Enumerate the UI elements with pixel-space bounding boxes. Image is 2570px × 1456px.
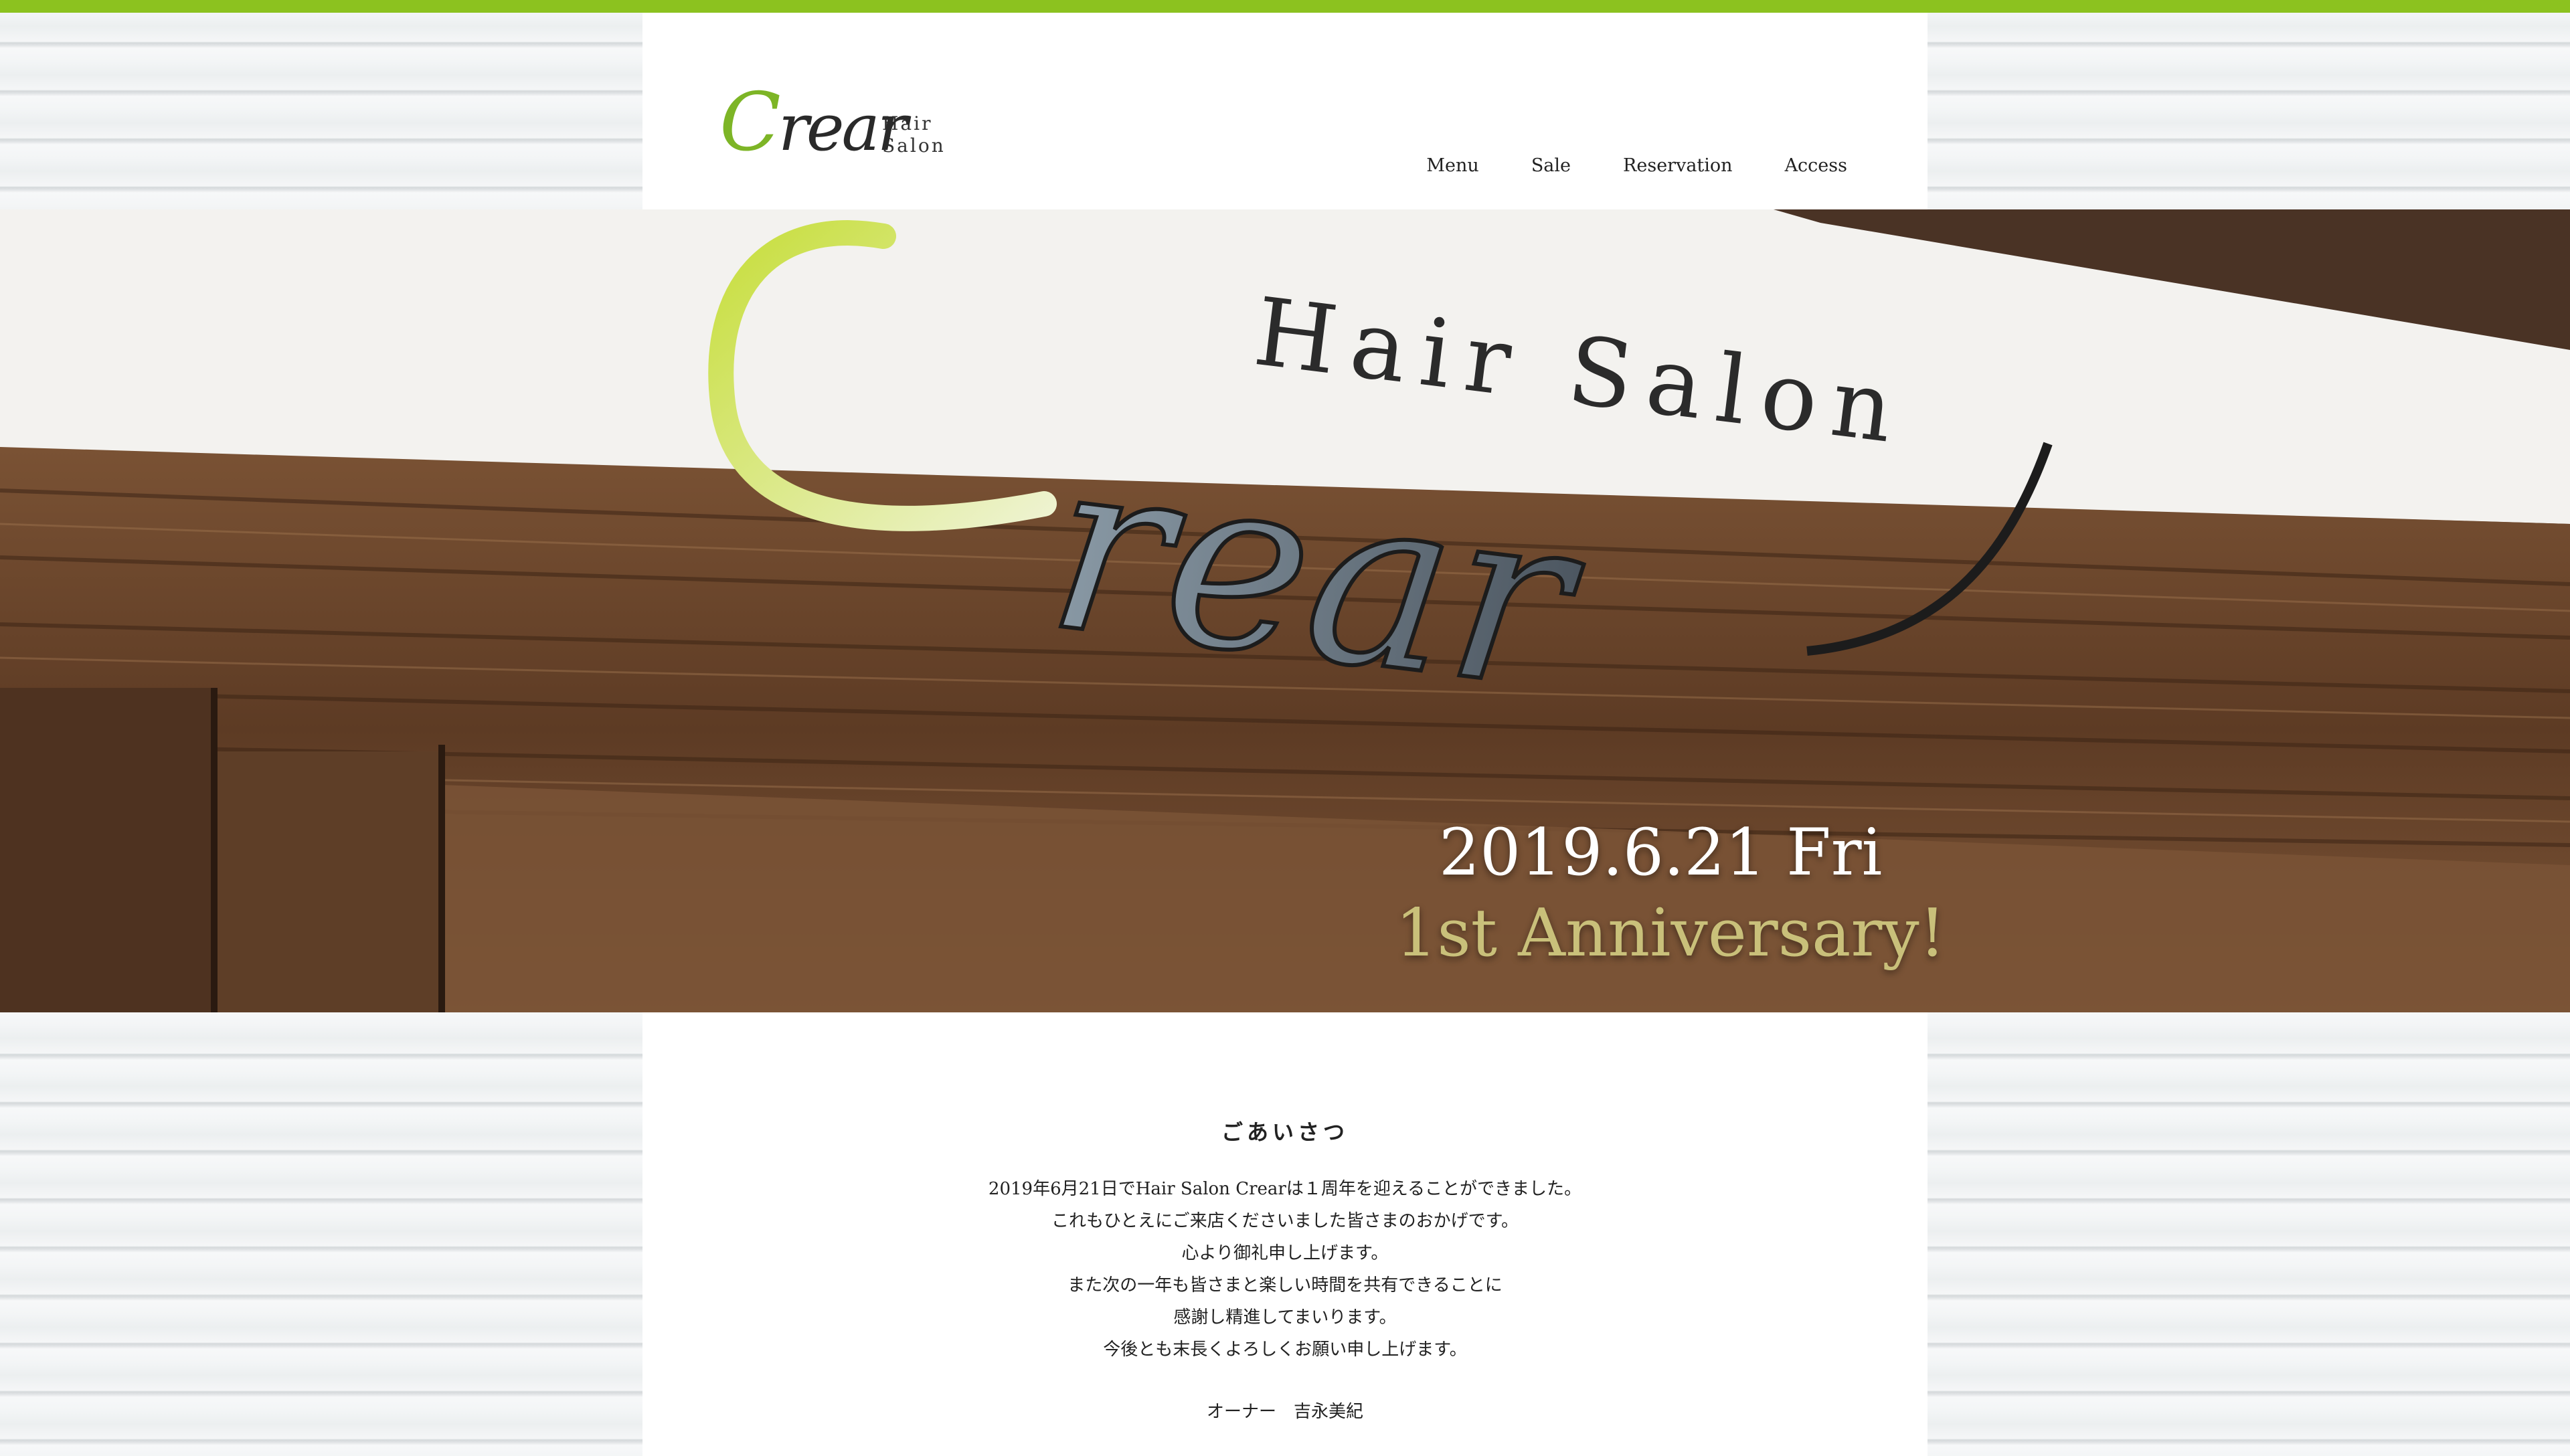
- logo-crear-initial: C: [719, 76, 781, 169]
- top-accent-bar: [0, 0, 2570, 13]
- logo-crear-rest: rear: [778, 90, 908, 165]
- hero-date: 2019.6.21 Fri: [1439, 815, 1883, 890]
- greeting-body: 2019年6月21日でHair Salon Crearは１周年を迎えることができ…: [642, 1173, 1928, 1366]
- hero-photo: Hair Salon rear: [0, 209, 2570, 1012]
- greeting-section: ごあいさつ 2019年6月21日でHair Salon Crearは１周年を迎え…: [642, 1012, 1928, 1456]
- nav-sale-link[interactable]: Sale: [1531, 155, 1571, 176]
- nav-reservation-link[interactable]: Reservation: [1623, 155, 1733, 176]
- site-logo[interactable]: Hair Salon Crear: [719, 70, 974, 197]
- greeting-line: 2019年6月21日でHair Salon Crearは１周年を迎えることができ…: [988, 1179, 1582, 1199]
- hero-anniversary: 1st Anniversary!: [1395, 895, 1946, 972]
- greeting-line: 今後とも末長くよろしくお願い申し上げます。: [1103, 1340, 1467, 1360]
- hero-banner: Hair Salon rear 2019.6.21 Fri 1st Annive…: [0, 209, 2570, 1012]
- owner-signature: オーナー 吉永美紀: [1206, 1402, 1363, 1422]
- main-nav: Menu Sale Reservation Access: [1426, 155, 1847, 176]
- greeting-line: また次の一年も皆さまと楽しい時間を共有できることに: [1067, 1275, 1503, 1295]
- greeting-title: ごあいさつ: [1221, 1119, 1349, 1145]
- logo-crear-text: Crear: [719, 76, 908, 169]
- greeting-line: 感謝し精進してまいります。: [1173, 1307, 1397, 1328]
- greeting-line: 心より御礼申し上げます。: [1181, 1243, 1389, 1263]
- greeting-line: これもひとえにご来店くださいました皆さまのおかげです。: [1051, 1211, 1519, 1231]
- nav-access-link[interactable]: Access: [1785, 155, 1847, 176]
- site-header: Hair Salon Crear Menu Sale Reservation A…: [642, 13, 1928, 209]
- nav-menu-link[interactable]: Menu: [1426, 155, 1478, 176]
